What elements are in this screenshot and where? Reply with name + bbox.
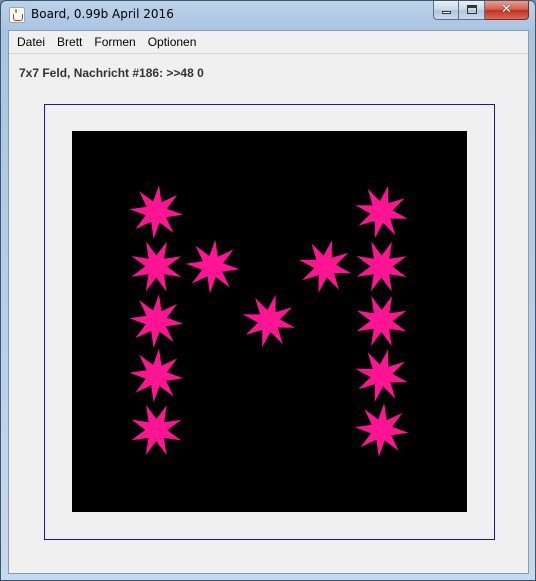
star-piece xyxy=(355,185,408,239)
star-piece xyxy=(299,240,352,293)
menu-brett[interactable]: Brett xyxy=(51,31,88,53)
board-canvas xyxy=(129,185,409,457)
star-piece xyxy=(129,348,184,403)
star-piece xyxy=(356,296,407,346)
star-piece xyxy=(354,403,409,457)
window-controls: ✕ xyxy=(433,1,529,21)
menu-optionen[interactable]: Optionen xyxy=(142,31,203,53)
minimize-icon xyxy=(442,11,451,14)
star-piece xyxy=(129,185,184,239)
client-area: Datei Brett Formen Optionen 7x7 Feld, Na… xyxy=(8,30,529,574)
menu-bar: Datei Brett Formen Optionen xyxy=(9,31,528,53)
star-piece xyxy=(129,294,184,348)
star-piece xyxy=(131,241,182,292)
maximize-button[interactable] xyxy=(459,1,485,20)
close-button[interactable]: ✕ xyxy=(485,1,529,20)
application-window: Board, 0.99b April 2016 ✕ Datei Brett Fo… xyxy=(0,0,536,581)
window-title: Board, 0.99b April 2016 xyxy=(31,7,174,21)
menu-datei[interactable]: Datei xyxy=(11,31,51,53)
maximize-icon xyxy=(467,5,477,14)
status-message: 7x7 Feld, Nachricht #186: >>48 0 xyxy=(19,66,204,80)
star-piece xyxy=(356,241,407,292)
title-bar[interactable]: Board, 0.99b April 2016 ✕ xyxy=(1,1,535,29)
star-piece xyxy=(355,349,408,402)
menu-formen[interactable]: Formen xyxy=(88,31,141,53)
java-cup-icon[interactable] xyxy=(9,7,25,23)
star-piece xyxy=(242,294,296,348)
menu-separator xyxy=(9,53,528,54)
game-board[interactable] xyxy=(72,131,467,512)
star-piece xyxy=(185,239,240,294)
star-piece xyxy=(131,405,182,455)
close-icon: ✕ xyxy=(501,2,512,17)
minimize-button[interactable] xyxy=(433,1,459,20)
